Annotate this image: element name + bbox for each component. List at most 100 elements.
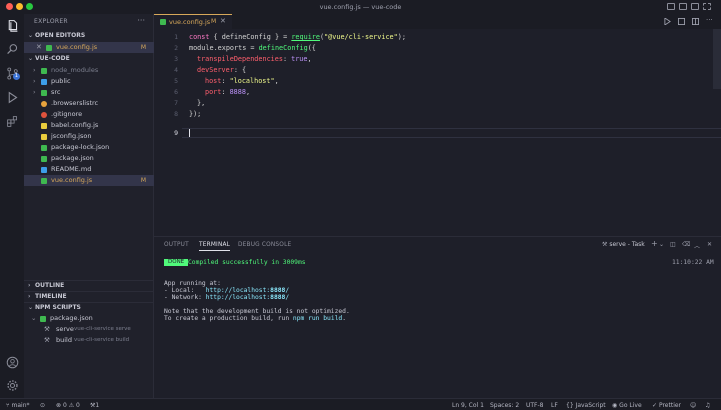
encoding[interactable]: UTF-8 — [526, 402, 544, 409]
tree-item-node-modules[interactable]: › node_modules — [24, 65, 154, 76]
account-icon[interactable] — [4, 354, 20, 370]
close-tab-icon[interactable]: ✕ — [220, 17, 226, 25]
local-url-link[interactable]: http://localhost:8888/ — [206, 287, 289, 294]
vue-file-icon — [41, 178, 47, 184]
chevron-right-icon: › — [33, 77, 36, 85]
tree-item-src[interactable]: › src — [24, 87, 154, 98]
json-file-icon — [41, 134, 47, 140]
close-panel-icon[interactable]: ✕ — [707, 241, 712, 248]
npm-file-icon — [41, 156, 47, 162]
git-branch-icon: ⑂ — [6, 402, 10, 409]
tasks-indicator[interactable]: ⚒1 — [90, 402, 99, 409]
toggle-panel-icon[interactable] — [679, 3, 687, 10]
warning-icon: ⚠ — [68, 402, 75, 409]
vue-file-icon — [160, 19, 166, 25]
npm-scripts-header[interactable]: ⌄ NPM SCRIPTS — [24, 302, 154, 312]
chevron-right-icon: › — [33, 66, 36, 74]
more-actions-icon[interactable]: ··· — [706, 17, 713, 25]
indentation[interactable]: Spaces: 2 — [490, 402, 519, 409]
run-icon[interactable] — [664, 17, 671, 26]
trash-icon[interactable]: ⌫ — [682, 241, 690, 248]
npm-script-build[interactable]: ⚒ build vue-cli-service build — [24, 335, 154, 346]
babel-file-icon — [41, 123, 47, 129]
editor-scrollbar[interactable] — [713, 29, 721, 89]
tree-item-readme[interactable]: README.md — [24, 164, 154, 175]
toggle-secondary-sidebar-icon[interactable] — [691, 3, 699, 10]
line-number: 4 — [174, 66, 178, 74]
tree-item-vue-config[interactable]: vue.config.js M — [24, 175, 154, 186]
customize-layout-icon[interactable] — [703, 3, 711, 10]
tree-item-babel-config[interactable]: babel.config.js — [24, 120, 154, 131]
npm-file-icon — [41, 145, 47, 151]
tab-vue-config[interactable]: vue.config.js M ✕ — [154, 14, 232, 29]
git-file-icon — [41, 112, 47, 118]
split-terminal-icon[interactable]: ◫ — [670, 241, 676, 248]
timeline-header[interactable]: › TIMELINE — [24, 291, 154, 301]
line-number: 9 — [174, 129, 178, 137]
add-terminal-icon[interactable]: + — [651, 239, 658, 248]
explorer-sidebar: EXPLORER ··· ⌄ OPEN EDITORS ✕ vue.config.… — [24, 14, 154, 398]
tree-item-package-json[interactable]: package.json — [24, 153, 154, 164]
search-icon[interactable] — [4, 41, 20, 57]
editor-area[interactable]: vue.config.js M ✕ ··· 1 2 3 4 5 6 7 8 9 … — [154, 14, 721, 236]
window-title: vue.config.js — vue-code — [319, 3, 402, 11]
terminal-line: To create a production build, run npm ru… — [164, 315, 346, 322]
compile-status: Compiled successfully in 3009ms — [188, 259, 306, 266]
source-control-icon[interactable]: 1 — [4, 65, 20, 81]
browserslist-file-icon — [41, 101, 47, 107]
terminal-line: App running at: — [164, 280, 221, 287]
extensions-icon[interactable] — [4, 113, 20, 129]
chevron-down-icon[interactable]: ⌄ — [659, 241, 664, 248]
branch-indicator[interactable]: ⑂ main* — [6, 402, 30, 409]
code-line: module.exports = defineConfig({ — [189, 44, 316, 52]
split-editor-icon[interactable] — [692, 18, 699, 25]
maximize-panel-icon[interactable]: ︿ — [694, 241, 700, 250]
prettier-status[interactable]: ✓ Prettier — [652, 402, 681, 409]
activity-bar: 1 — [0, 14, 24, 398]
line-number: 3 — [174, 55, 178, 63]
close-editor-icon[interactable]: ✕ — [36, 42, 42, 53]
toggle-sidebar-icon[interactable] — [667, 3, 675, 10]
code-line: }); — [189, 110, 202, 118]
tree-item-jsconfig[interactable]: jsconfig.json — [24, 131, 154, 142]
folder-icon — [41, 68, 47, 74]
explorer-icon[interactable] — [4, 17, 20, 33]
more-actions-icon[interactable]: ··· — [137, 16, 145, 25]
terminal-task-selector[interactable]: ⚒ serve - Task — [602, 241, 645, 248]
open-changes-icon[interactable] — [678, 18, 685, 25]
code-line: const { defineConfig } = require("@vue/c… — [189, 33, 406, 41]
tab-debug-console[interactable]: DEBUG CONSOLE — [238, 242, 291, 248]
npm-script-serve[interactable]: ⚒ serve vue-cli-service serve — [24, 324, 154, 335]
folder-icon — [41, 79, 47, 85]
vue-file-icon — [46, 45, 52, 51]
outline-header[interactable]: › OUTLINE — [24, 280, 154, 290]
tree-item-gitignore[interactable]: .gitignore — [24, 109, 154, 120]
open-editor-item[interactable]: ✕ vue.config.js M — [24, 42, 154, 53]
code-line: host: "localhost", — [205, 77, 279, 85]
settings-gear-icon[interactable] — [4, 377, 20, 393]
line-number: 2 — [174, 44, 178, 52]
feedback-icon[interactable]: ☺ — [690, 402, 696, 409]
notifications-icon[interactable]: ♫ — [705, 402, 710, 409]
open-editors-header[interactable]: ⌄ OPEN EDITORS — [24, 31, 154, 41]
end-of-line[interactable]: LF — [551, 402, 558, 409]
tab-output[interactable]: OUTPUT — [164, 242, 189, 248]
tree-item-public[interactable]: › public — [24, 76, 154, 87]
line-number: 1 — [174, 33, 178, 41]
project-header[interactable]: ⌄ VUE-CODE — [24, 54, 154, 64]
chevron-down-icon: ⌄ — [28, 32, 34, 39]
sync-icon[interactable]: ⊙ — [40, 402, 45, 409]
network-url-link[interactable]: http://localhost:8888/ — [206, 294, 289, 301]
tab-terminal[interactable]: TERMINAL — [199, 242, 231, 251]
problems-indicator[interactable]: ⊗ 0 ⚠ 0 — [56, 402, 80, 409]
current-line-highlight — [182, 128, 721, 138]
npm-package-item[interactable]: ⌄ package.json — [24, 313, 154, 324]
language-mode[interactable]: {} JavaScript — [566, 402, 606, 409]
go-live-button[interactable]: ◉ Go Live — [612, 402, 642, 409]
tree-item-package-lock[interactable]: package-lock.json — [24, 142, 154, 153]
terminal-timestamp: 11:10:22 AM — [672, 259, 714, 266]
editor-tab-bar: vue.config.js M ✕ ··· — [154, 14, 721, 29]
cursor-position[interactable]: Ln 9, Col 1 — [452, 402, 484, 409]
tree-item-browserslistrc[interactable]: .browserslistrc — [24, 98, 154, 109]
run-debug-icon[interactable] — [4, 89, 20, 105]
